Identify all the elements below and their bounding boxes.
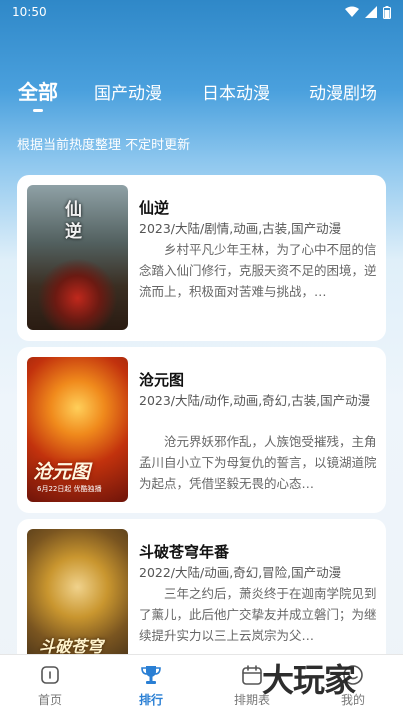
nav-ranking-label: 排行 — [138, 693, 163, 707]
card-tags: 2022/大陆/动画,奇幻,冒险,国产动漫 — [139, 565, 342, 580]
card-title: 仙逆 — [139, 199, 170, 217]
cover-badge: 6月22日起 优酷独播 — [37, 485, 102, 493]
battery-icon — [383, 5, 391, 19]
card-title: 沧元图 — [139, 371, 185, 389]
tab-japanese-anime[interactable]: 日本动漫 — [202, 79, 270, 104]
card-tags: 2023/大陆/剧情,动画,古装,国产动漫 — [139, 221, 342, 236]
cover-image[interactable]: 仙逆 — [27, 185, 128, 330]
trophy-icon — [141, 666, 161, 684]
wifi-icon — [345, 6, 359, 17]
status-bar: 10:50 — [0, 0, 403, 24]
tab-domestic-anime[interactable]: 国产动漫 — [94, 79, 162, 104]
card-description: 沧元界妖邪作乱，人族饱受摧残，主角孟川自小立下为母复仇的誓言，以镜湖道院为起点，… — [139, 434, 377, 491]
card-tags: 2023/大陆/动作,动画,奇幻,古装,国产动漫 — [139, 393, 371, 408]
tab-all[interactable]: 全部 — [18, 76, 58, 105]
status-time: 10:50 — [12, 5, 47, 19]
calendar-icon — [242, 665, 262, 685]
anime-card[interactable]: 仙逆 仙逆 2023/大陆/剧情,动画,古装,国产动漫 乡村平凡少年王林，为了心… — [17, 175, 386, 341]
watermark-logo: 大玩家 — [262, 661, 356, 699]
cover-title: 沧元图 — [33, 461, 91, 483]
ranking-subtitle: 根据当前热度整理 不定时更新 — [17, 138, 191, 153]
active-tab-indicator — [33, 109, 43, 112]
signal-icon — [365, 6, 377, 18]
nav-ranking[interactable]: 排行 — [121, 663, 181, 708]
nav-home-label: 首页 — [37, 693, 62, 707]
card-title: 斗破苍穹年番 — [139, 543, 230, 561]
tab-anime-theater[interactable]: 动漫剧场 — [309, 79, 377, 104]
category-tabs: 全部 国产动漫 日本动漫 动漫剧场 — [0, 72, 403, 112]
nav-home[interactable]: 首页 — [20, 663, 80, 708]
status-icons — [345, 5, 391, 19]
cover-title: 仙逆 — [65, 200, 82, 242]
anime-card[interactable]: 沧元图 6月22日起 优酷独播 沧元图 2023/大陆/动作,动画,奇幻,古装,… — [17, 347, 386, 513]
card-description: 三年之约后，萧炎终于在迦南学院见到了薰儿，此后他广交挚友并成立磐门；为继续提升实… — [139, 586, 377, 643]
card-description: 乡村平凡少年王林，为了心中不屈的信念踏入仙门修行，克服天资不足的困境，逆流而上，… — [139, 242, 377, 299]
cover-image[interactable]: 斗破苍穹 — [27, 529, 128, 674]
cover-image[interactable]: 沧元图 6月22日起 优酷独播 — [27, 357, 128, 502]
home-icon — [41, 666, 59, 684]
